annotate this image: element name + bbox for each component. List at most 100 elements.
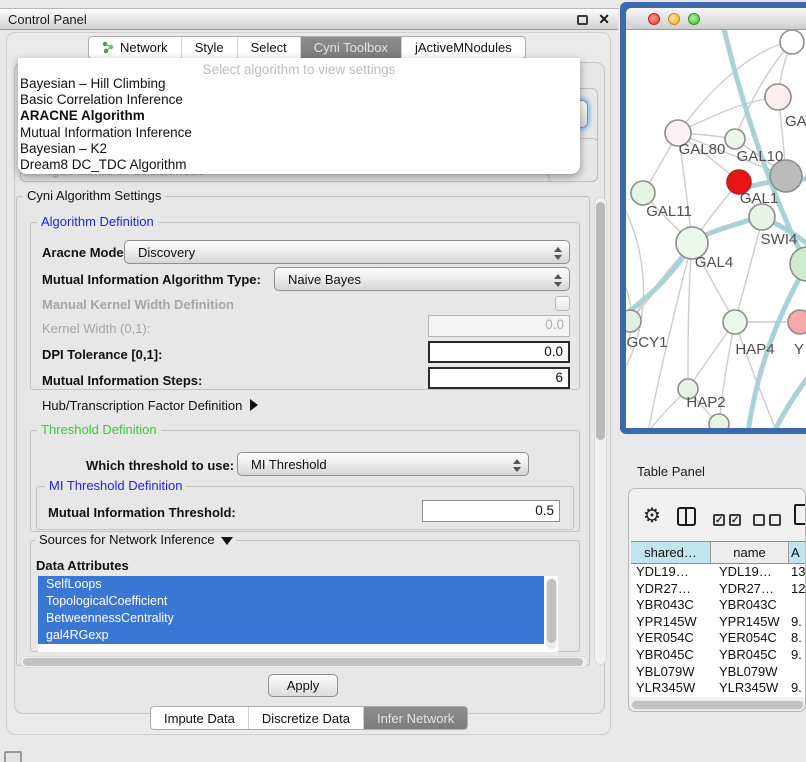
network-node[interactable] (626, 310, 641, 332)
network-node[interactable] (723, 310, 747, 334)
float-window-icon[interactable] (577, 15, 588, 25)
table-cell[interactable]: YBR045C (711, 647, 789, 664)
algorithm-option[interactable]: Basic Correlation Inference (18, 92, 580, 108)
hub-definition-expander[interactable]: Hub/Transcription Factor Definition (42, 398, 258, 413)
network-node[interactable] (631, 181, 655, 205)
table-cell[interactable]: 9. (789, 680, 806, 697)
attribute-item[interactable]: gal4RGexp (38, 627, 544, 644)
settings-vertical-scrollbar[interactable] (594, 197, 607, 665)
tab-style[interactable]: Style (182, 37, 238, 58)
dpi-tolerance-input[interactable]: 0.0 (428, 341, 570, 363)
restore-panel-button[interactable] (4, 751, 22, 762)
table-cell[interactable]: YBL079W (711, 664, 789, 681)
table-cell[interactable]: YBR043C (711, 597, 789, 614)
aracne-mode-combobox[interactable]: Discovery (124, 240, 570, 264)
table-cell[interactable] (789, 664, 806, 681)
table-row[interactable]: YDR27…YDR27…12 (631, 581, 806, 598)
algorithm-option[interactable]: ARACNE Algorithm (18, 108, 580, 124)
list-scrollbar[interactable] (546, 578, 557, 649)
unchecked-checkbox-icon[interactable] (769, 514, 781, 526)
checked-checkbox-icon[interactable]: ✓ (713, 514, 725, 526)
gear-icon[interactable]: ⚙ (643, 503, 661, 528)
tab-impute-data[interactable]: Impute Data (151, 707, 249, 729)
attribute-item[interactable]: SelfLoops (38, 576, 544, 593)
table-cell[interactable]: 13 (789, 564, 806, 581)
column-header-clipped[interactable]: A (789, 542, 806, 563)
network-node[interactable] (749, 204, 775, 230)
table-cell[interactable]: 9. (789, 614, 806, 631)
network-node[interactable] (725, 129, 745, 149)
table-cell[interactable]: YPR145W (631, 614, 711, 631)
attribute-item[interactable]: TopologicalCoefficient (38, 593, 544, 610)
table-cell[interactable]: YPR145W (711, 614, 789, 631)
sources-title[interactable]: Sources for Network Inference (35, 532, 237, 547)
document-icon[interactable] (794, 504, 806, 525)
table-row[interactable]: YBL079WYBL079W (631, 664, 806, 681)
table-cell[interactable]: YDR27… (711, 581, 789, 598)
table-cell[interactable]: YBR045C (631, 647, 711, 664)
close-traffic-light[interactable] (648, 13, 660, 25)
network-node[interactable] (780, 30, 804, 54)
table-row[interactable]: YBR043CYBR043C (631, 597, 806, 614)
table-cell[interactable] (789, 597, 806, 614)
manual-kernel-width-checkbox[interactable] (555, 296, 570, 311)
columns-icon[interactable] (677, 507, 696, 526)
tab-network[interactable]: Network (89, 37, 182, 58)
table-cell[interactable]: 8. (789, 630, 806, 647)
network-node[interactable] (788, 310, 806, 334)
table-horizontal-scrollbar[interactable] (631, 700, 805, 710)
tab-cyni-toolbox[interactable]: Cyni Toolbox (301, 37, 402, 58)
table-cell[interactable]: YDL19… (711, 564, 789, 581)
attribute-item[interactable]: BetweennessCentrality (38, 610, 544, 627)
zoom-traffic-light[interactable] (688, 13, 700, 25)
checked-checkbox-icon[interactable]: ✓ (729, 514, 741, 526)
network-node[interactable] (790, 247, 806, 281)
mi-algorithm-type-combobox[interactable]: Naive Bayes (274, 267, 570, 291)
unchecked-checkbox-icon[interactable] (753, 514, 765, 526)
algorithm-option[interactable]: Bayesian – Hill Climbing (18, 76, 580, 92)
table-cell[interactable]: YBL079W (631, 664, 711, 681)
close-icon[interactable]: ✕ (598, 11, 610, 28)
scrollbar-thumb[interactable] (632, 701, 803, 709)
scrollbar-thumb[interactable] (23, 658, 583, 666)
table-cell[interactable]: 12 (789, 581, 806, 598)
tab-discretize-data[interactable]: Discretize Data (249, 707, 364, 729)
network-node[interactable] (709, 414, 729, 428)
settings-horizontal-scrollbar[interactable] (20, 656, 588, 668)
table-row[interactable]: YER054CYER054C8. (631, 630, 806, 647)
algorithm-option[interactable]: Bayesian – K2 (18, 141, 580, 157)
which-threshold-combobox[interactable]: MI Threshold (237, 452, 529, 476)
network-canvas[interactable]: GALGAL80GAL10GAL1GAL11SWI4GAL4GCY1HAP4YH… (626, 30, 806, 428)
network-icon (102, 41, 115, 54)
table-cell[interactable]: YLR345W (711, 680, 789, 697)
network-window-titlebar[interactable] (626, 8, 806, 30)
tab-jactivemnodules[interactable]: jActiveMNodules (402, 37, 525, 58)
table-cell[interactable]: YER054C (631, 630, 711, 647)
table-cell[interactable]: YDR27… (631, 581, 711, 598)
table-row[interactable]: YBR045CYBR045C9. (631, 647, 806, 664)
table-row[interactable]: YLR345WYLR345W9. (631, 680, 806, 697)
mi-threshold-input[interactable]: 0.5 (422, 500, 560, 522)
kernel-width-input[interactable]: 0.0 (428, 315, 570, 337)
scrollbar-thumb[interactable] (596, 202, 605, 440)
table-row[interactable]: YDL19…YDL19…13 (631, 564, 806, 581)
tab-infer-network[interactable]: Infer Network (364, 707, 467, 729)
mi-threshold-definition-title: MI Threshold Definition (45, 478, 186, 493)
table-cell[interactable]: YLR345W (631, 680, 711, 697)
mi-steps-input[interactable]: 6 (428, 367, 570, 389)
algorithm-option[interactable]: Mutual Information Inference (18, 125, 580, 141)
minimize-traffic-light[interactable] (668, 13, 680, 25)
table-cell[interactable]: YER054C (711, 630, 789, 647)
table-row[interactable]: YPR145WYPR145W9. (631, 614, 806, 631)
node-label: GCY1 (627, 334, 668, 351)
column-header-name[interactable]: name (711, 542, 789, 563)
algorithm-option[interactable]: Dream8 DC_TDC Algorithm (18, 157, 580, 173)
apply-button[interactable]: Apply (268, 674, 338, 697)
scrollbar-thumb[interactable] (547, 579, 556, 643)
tab-select[interactable]: Select (238, 37, 301, 58)
table-cell[interactable]: 9. (789, 647, 806, 664)
network-node[interactable] (765, 84, 791, 110)
table-cell[interactable]: YDL19… (631, 564, 711, 581)
table-cell[interactable]: YBR043C (631, 597, 711, 614)
column-header-shared-name[interactable]: shared… (631, 542, 711, 563)
